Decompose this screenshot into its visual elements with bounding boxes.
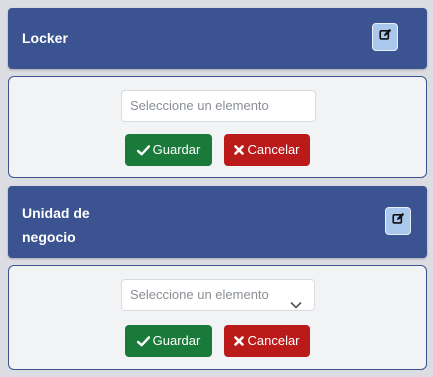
locker-panel: Seleccione un elemento Guardar Cancelar xyxy=(8,76,427,178)
locker-edit-button[interactable] xyxy=(372,23,398,51)
unidad-cancel-label: Cancelar xyxy=(247,333,300,348)
locker-select-input[interactable]: Seleccione un elemento xyxy=(121,90,316,122)
unidad-select-dropdown[interactable]: Seleccione un elemento xyxy=(121,279,315,311)
unidad-title: Unidad de negocio xyxy=(22,205,90,245)
locker-save-button[interactable]: Guardar xyxy=(125,134,212,166)
close-icon xyxy=(234,336,245,346)
edit-icon xyxy=(391,212,405,230)
locker-cancel-button[interactable]: Cancelar xyxy=(224,134,310,166)
unidad-save-button[interactable]: Guardar xyxy=(125,325,212,357)
locker-save-label: Guardar xyxy=(152,142,201,157)
locker-title: Locker xyxy=(22,30,68,46)
chevron-down-icon xyxy=(290,290,302,320)
edit-icon xyxy=(378,28,392,46)
unidad-panel: Seleccione un elemento Guardar Cancelar xyxy=(8,265,427,370)
unidad-select-placeholder: Seleccione un elemento xyxy=(130,287,269,302)
locker-header: Locker xyxy=(8,8,427,69)
unidad-header: Unidad de negocio xyxy=(8,186,427,258)
unidad-cancel-button[interactable]: Cancelar xyxy=(224,325,310,357)
unidad-save-label: Guardar xyxy=(152,333,201,348)
check-icon xyxy=(136,144,150,156)
locker-cancel-label: Cancelar xyxy=(247,142,300,157)
unidad-edit-button[interactable] xyxy=(385,207,411,235)
page: Locker Seleccione un elemento Guardar Ca… xyxy=(0,0,433,377)
locker-select-placeholder: Seleccione un elemento xyxy=(130,98,269,113)
check-icon xyxy=(136,335,150,347)
close-icon xyxy=(234,145,245,155)
